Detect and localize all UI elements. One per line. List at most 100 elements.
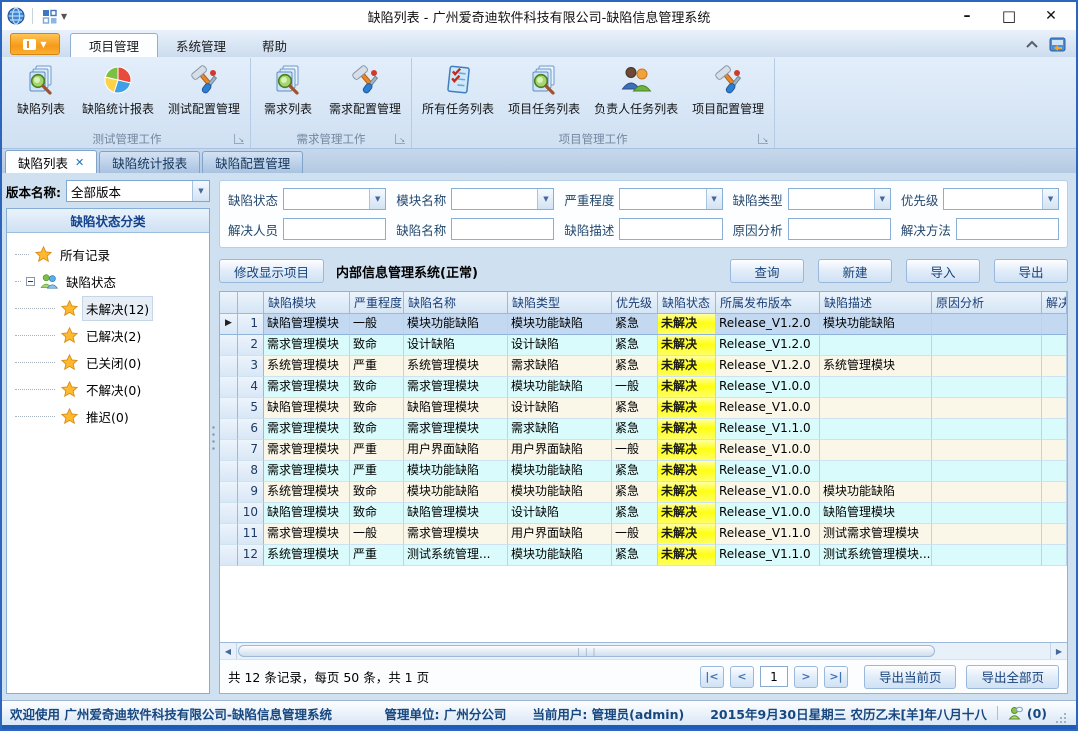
scroll-right-icon[interactable]: ▶ [1050, 643, 1067, 659]
chevron-down-icon[interactable]: ▼ [537, 189, 553, 209]
filter-label: 原因分析 [733, 220, 783, 239]
modify-display-items-button[interactable]: 修改显示项目 [219, 259, 324, 283]
quick-access-grid-icon[interactable] [39, 6, 59, 26]
page-number-input[interactable] [760, 666, 788, 687]
filter-text-input[interactable] [451, 218, 554, 240]
filter-text-input[interactable] [619, 218, 722, 240]
grid-column-header[interactable]: 缺陷状态 [658, 292, 716, 314]
document-tab-1[interactable]: 缺陷列表✕ [5, 150, 97, 173]
ribbon-tab-1[interactable]: 项目管理 [70, 33, 158, 57]
table-row[interactable]: 8需求管理模块严重模块功能缺陷模块功能缺陷紧急未解决Release_V1.0.0 [220, 461, 1067, 482]
table-row[interactable]: ▶1缺陷管理模块一般模块功能缺陷模块功能缺陷紧急未解决Release_V1.2.… [220, 314, 1067, 335]
grid-column-header[interactable]: 所属发布版本 [716, 292, 820, 314]
chevron-down-icon[interactable]: ▼ [192, 181, 209, 201]
scrollbar-thumb[interactable]: ❘❘❘ [238, 645, 935, 657]
table-row[interactable]: 11需求管理模块一般需求管理模块用户界面缺陷一般未解决Release_V1.1.… [220, 524, 1067, 545]
grid-column-header[interactable]: 严重程度 [350, 292, 404, 314]
collapse-ribbon-icon[interactable] [1025, 40, 1039, 49]
ribbon-button[interactable]: 负责人任务列表 [587, 60, 685, 117]
close-button[interactable] [1030, 4, 1072, 28]
ribbon-button[interactable]: 测试配置管理 [161, 60, 247, 117]
dialog-launcher-icon[interactable] [395, 134, 405, 144]
chevron-down-icon[interactable]: ▼ [706, 189, 722, 209]
tree-item[interactable]: 推迟(0) [7, 403, 209, 430]
statusbar-separator [997, 706, 998, 720]
first-page-button[interactable]: |< [700, 666, 724, 688]
grid-column-header[interactable]: 缺陷模块 [264, 292, 350, 314]
help-icon[interactable] [1049, 36, 1066, 53]
chevron-down-icon[interactable]: ▼ [874, 189, 890, 209]
action-button-4[interactable]: 导出 [994, 259, 1068, 283]
chevron-down-icon[interactable]: ▼ [369, 189, 385, 209]
ribbon-button[interactable]: 所有任务列表 [415, 60, 501, 117]
filter-dropdown[interactable]: ▼ [451, 188, 554, 210]
grid-column-header[interactable]: 缺陷名称 [404, 292, 508, 314]
sidebar-splitter[interactable] [210, 173, 217, 700]
grid-column-header[interactable]: 缺陷类型 [508, 292, 612, 314]
table-row[interactable]: 10缺陷管理模块致命缺陷管理模块设计缺陷紧急未解决Release_V1.0.0缺… [220, 503, 1067, 524]
filter-row1-5: 优先级▼ [901, 188, 1059, 210]
action-button-2[interactable]: 新建 [818, 259, 892, 283]
table-row[interactable]: 6需求管理模块致命需求管理模块需求缺陷紧急未解决Release_V1.1.0 [220, 419, 1067, 440]
filter-text-input[interactable] [283, 218, 386, 240]
resize-grip-icon[interactable] [1055, 712, 1068, 725]
scrollbar-track[interactable]: ❘❘❘ [237, 643, 1050, 659]
dialog-launcher-icon[interactable] [758, 134, 768, 144]
chevron-down-icon[interactable]: ▼ [1042, 189, 1058, 209]
table-row[interactable]: 7需求管理模块严重用户界面缺陷用户界面缺陷一般未解决Release_V1.0.0 [220, 440, 1067, 461]
ribbon-button[interactable]: 缺陷列表 [7, 60, 75, 117]
export-all-pages-button[interactable]: 导出全部页 [966, 665, 1059, 689]
maximize-button[interactable] [988, 4, 1030, 28]
table-row[interactable]: 9系统管理模块致命模块功能缺陷模块功能缺陷紧急未解决Release_V1.0.0… [220, 482, 1067, 503]
tree-item[interactable]: 不解决(0) [7, 376, 209, 403]
last-page-button[interactable]: >| [824, 666, 848, 688]
ribbon-button[interactable]: 缺陷统计报表 [75, 60, 161, 117]
table-row[interactable]: 2需求管理模块致命设计缺陷设计缺陷紧急未解决Release_V1.2.0 [220, 335, 1067, 356]
version-select[interactable]: 全部版本 ▼ [66, 180, 210, 202]
filter-dropdown[interactable]: ▼ [619, 188, 722, 210]
ribbon-tab-2[interactable]: 系统管理 [158, 33, 244, 57]
ribbon-button[interactable]: 需求配置管理 [322, 60, 408, 117]
tree-item[interactable]: 缺陷状态 [7, 268, 209, 295]
next-page-button[interactable]: > [794, 666, 818, 688]
close-tab-icon[interactable]: ✕ [75, 156, 84, 169]
grid-cell: 模块功能缺陷 [508, 377, 612, 398]
prev-page-button[interactable]: < [730, 666, 754, 688]
filter-dropdown[interactable]: ▼ [943, 188, 1059, 210]
filter-row2-1: 解决人员 [228, 218, 386, 240]
table-row[interactable]: 12系统管理模块严重测试系统管理...模块功能缺陷紧急未解决Release_V1… [220, 545, 1067, 566]
messages-indicator[interactable]: (0) [1008, 706, 1047, 721]
tree-item[interactable]: 已解决(2) [7, 322, 209, 349]
ribbon-button[interactable]: 需求列表 [254, 60, 322, 117]
document-tab-3[interactable]: 缺陷配置管理 [202, 151, 303, 173]
app-menu-button[interactable]: ▼ [10, 33, 60, 55]
tree-item[interactable]: 未解决(12) [7, 295, 209, 322]
table-row[interactable]: 4需求管理模块致命需求管理模块模块功能缺陷一般未解决Release_V1.0.0 [220, 377, 1067, 398]
scroll-left-icon[interactable]: ◀ [220, 643, 237, 659]
grid-column-header[interactable]: 优先级 [612, 292, 658, 314]
filter-text-input[interactable] [956, 218, 1059, 240]
table-row[interactable]: 5缺陷管理模块致命缺陷管理模块设计缺陷紧急未解决Release_V1.0.0 [220, 398, 1067, 419]
grid-column-header[interactable]: 解决方法 [1042, 292, 1067, 314]
tree-item[interactable]: 已关闭(0) [7, 349, 209, 376]
table-row[interactable]: 3系统管理模块严重系统管理模块需求缺陷紧急未解决Release_V1.2.0系统… [220, 356, 1067, 377]
grid-column-header[interactable]: 缺陷描述 [820, 292, 932, 314]
filter-text-input[interactable] [788, 218, 891, 240]
dialog-launcher-icon[interactable] [234, 134, 244, 144]
quick-access-caret-icon[interactable]: ▼ [61, 12, 67, 21]
tree-item[interactable]: 所有记录 [7, 241, 209, 268]
grid-cell: 紧急 [612, 545, 658, 566]
action-button-3[interactable]: 导入 [906, 259, 980, 283]
action-button-1[interactable]: 查询 [730, 259, 804, 283]
document-tab-2[interactable]: 缺陷统计报表 [99, 151, 200, 173]
grid-column-header[interactable]: 原因分析 [932, 292, 1042, 314]
export-current-page-button[interactable]: 导出当前页 [864, 665, 957, 689]
ribbon-button[interactable]: 项目配置管理 [685, 60, 771, 117]
horizontal-scrollbar[interactable]: ◀ ❘❘❘ ▶ [220, 642, 1067, 659]
filter-dropdown[interactable]: ▼ [788, 188, 891, 210]
ribbon-tab-3[interactable]: 帮助 [244, 33, 305, 57]
filter-dropdown[interactable]: ▼ [283, 188, 386, 210]
ribbon-button[interactable]: 项目任务列表 [501, 60, 587, 117]
minimize-button[interactable] [946, 4, 988, 28]
collapse-node-icon[interactable] [26, 277, 35, 286]
